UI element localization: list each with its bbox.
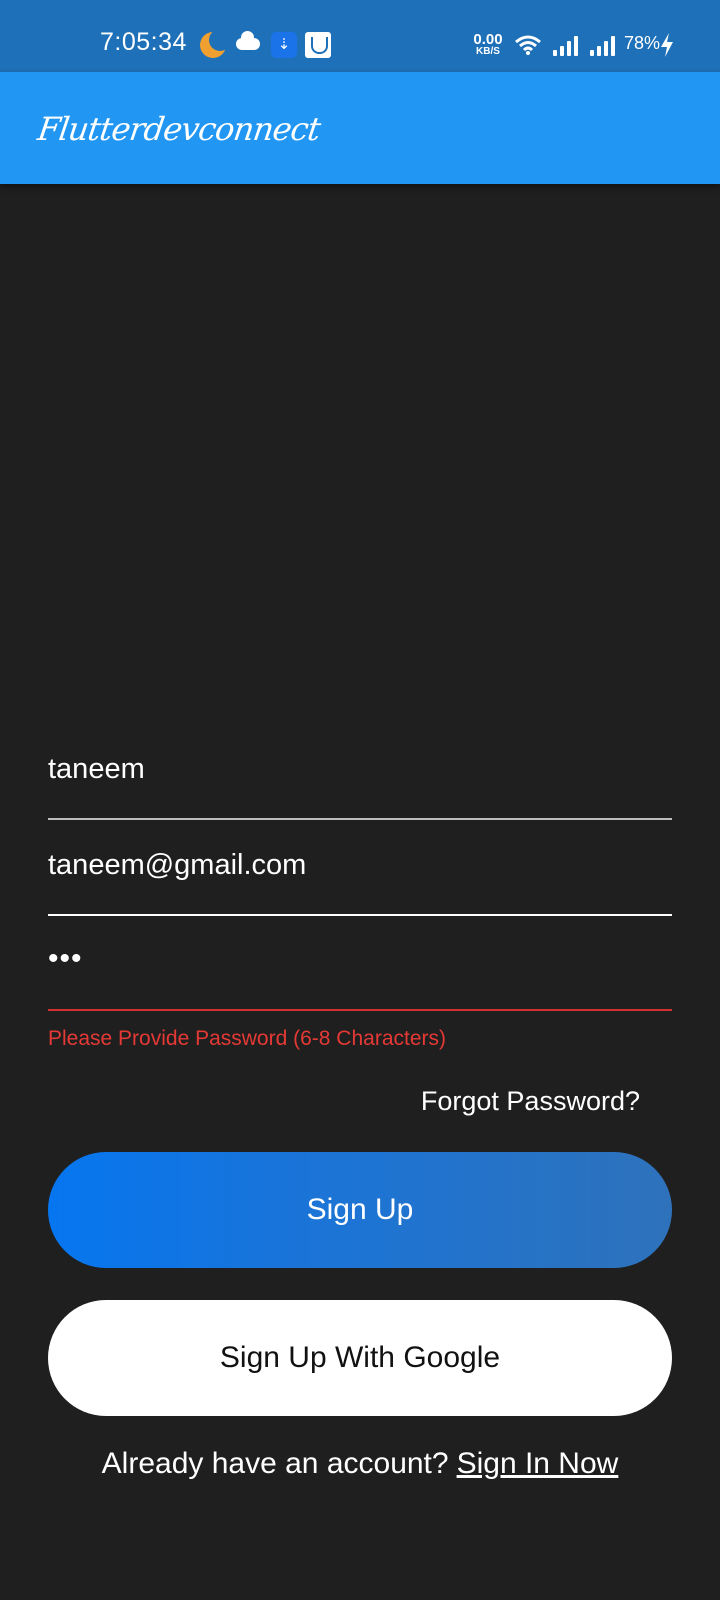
signal-icon bbox=[553, 34, 581, 56]
battery-level: 78% bbox=[624, 33, 661, 53]
moon-icon bbox=[200, 29, 231, 58]
app-title: Flutterdevconnect bbox=[35, 110, 323, 148]
app-bar: Flutterdevconnect bbox=[0, 72, 720, 184]
status-bar: 7:05:34 ⇣ 0.00 KB/S 78% bbox=[0, 0, 720, 72]
sign-up-google-button[interactable]: Sign Up With Google bbox=[48, 1300, 672, 1416]
username-underline bbox=[48, 818, 672, 820]
usb-icon: ⇣ bbox=[271, 32, 297, 58]
sign-in-prompt-text: Already have an account? bbox=[101, 1447, 449, 1480]
sign-in-prompt: Already have an account? Sign In Now bbox=[0, 1447, 720, 1481]
email-input[interactable]: taneem@gmail.com bbox=[48, 849, 306, 882]
status-time: 7:05:34 bbox=[100, 28, 187, 56]
password-input[interactable]: ••• bbox=[48, 942, 83, 976]
wifi-icon bbox=[515, 35, 541, 55]
charging-icon bbox=[661, 33, 673, 57]
signal-icon bbox=[590, 34, 618, 56]
forgot-password-link[interactable]: Forgot Password? bbox=[421, 1086, 640, 1117]
network-speed-value: 0.00 bbox=[473, 31, 503, 48]
username-input[interactable]: taneem bbox=[48, 753, 145, 786]
password-error-message: Please Provide Password (6-8 Characters) bbox=[48, 1027, 446, 1050]
email-underline bbox=[48, 914, 672, 916]
network-speed-unit: KB/S bbox=[476, 46, 500, 57]
network-speed: 0.00 KB/S bbox=[470, 32, 506, 57]
password-underline bbox=[48, 1009, 672, 1011]
sign-up-button[interactable]: Sign Up bbox=[48, 1152, 672, 1268]
cloud-icon bbox=[236, 31, 260, 50]
sign-in-link[interactable]: Sign In Now bbox=[457, 1447, 619, 1480]
gallery-icon bbox=[305, 32, 331, 58]
